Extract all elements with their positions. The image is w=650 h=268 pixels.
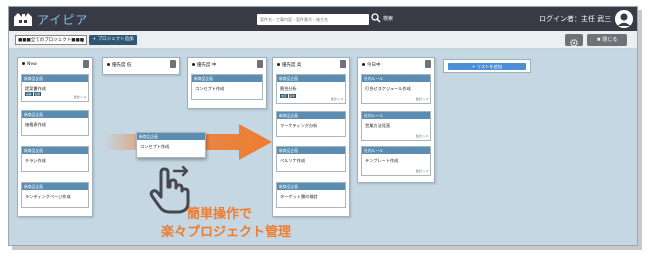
list-column-high: 優先度 高 新商品企画 競合分析 未定 鈴木 集計 ▷ 0 新商品企画 マーケティ… xyxy=(272,57,350,217)
settings-button[interactable] xyxy=(565,34,583,47)
login-user-label: ログイン者：主任 武三 xyxy=(539,15,612,23)
app-title: アイピア xyxy=(37,13,89,27)
card-meta: 集計 ▷ 0 xyxy=(330,97,343,101)
card-title: テンプレート作成 xyxy=(365,158,399,163)
card-title: チラシ作成 xyxy=(25,158,46,163)
card-category: 新商品企画 xyxy=(22,183,88,190)
column-menu-button[interactable] xyxy=(170,60,176,68)
task-card[interactable]: 社内ルール 営業方法見直 集計 ▷ 0 xyxy=(361,111,431,141)
search-button-label[interactable]: 検索 xyxy=(383,15,393,22)
column-title: New xyxy=(22,62,37,67)
card-category: 新商品企画 xyxy=(137,133,205,140)
add-list-button[interactable]: + リストを追加 xyxy=(448,63,526,70)
card-category: 新商品企画 xyxy=(22,147,88,154)
dragged-task-card[interactable]: 新商品企画 コンセプト作成 xyxy=(136,132,206,158)
toolbar: ■■■全てのプロジェクト■■■ ▼ + プロジェクト追加 ✖ 閉じる xyxy=(9,31,637,49)
card-meta: 集計 ▷ 0 xyxy=(415,169,428,173)
card-meta: 集計 ▷ 0 xyxy=(415,97,428,101)
close-button[interactable]: ✖ 閉じる xyxy=(587,34,627,46)
column-title: 優先度 中 xyxy=(192,62,216,68)
promo-headline: 簡単操作で xyxy=(187,207,253,222)
promo-subheadline: 楽々プロジェクト管理 xyxy=(161,225,292,240)
card-title: コンセプト作成 xyxy=(140,144,170,149)
tag: 佐藤 xyxy=(33,92,42,96)
task-card[interactable]: 新商品企画 競合分析 未定 鈴木 集計 ▷ 0 xyxy=(276,74,346,104)
project-select[interactable]: ■■■全てのプロジェクト■■■ ▼ xyxy=(15,35,87,45)
card-category: 新商品企画 xyxy=(277,75,345,82)
card-title: コンセプト作成 xyxy=(195,86,225,91)
tag: 未定 xyxy=(280,94,288,98)
list-column-today: 今日中 社内ルール 打合せスケジュール作成 集計 ▷ 0 社内ルール 営業方法見… xyxy=(357,57,435,183)
card-category: 新商品企画 xyxy=(192,75,262,82)
card-title: マーケティング分析 xyxy=(280,123,318,128)
card-title: 打合せスケジュール作成 xyxy=(365,86,411,91)
card-category: 社内ルール xyxy=(362,147,430,154)
task-card[interactable]: 新商品企画 チラシ作成 xyxy=(21,146,89,172)
card-title: 価格表作成 xyxy=(25,122,46,127)
card-title: ランディングページ作成 xyxy=(25,194,71,199)
column-title: 優先度 低 xyxy=(107,62,131,68)
card-title: ペルソナ作成 xyxy=(280,158,306,163)
card-category: 社内ルール xyxy=(362,75,430,82)
card-meta: 集計 ▷ 0 xyxy=(415,134,428,138)
list-column-medium: 優先度 中 新商品企画 コンセプト作成 xyxy=(187,57,267,109)
card-category: 新商品企画 xyxy=(277,183,345,190)
chevron-down-icon: ▼ xyxy=(80,38,84,43)
task-card[interactable]: 新商品企画 コンセプト作成 xyxy=(191,74,263,100)
project-select-value: ■■■全てのプロジェクト■■■ xyxy=(18,38,85,43)
search-icon[interactable] xyxy=(371,13,381,23)
card-category: 新商品企画 xyxy=(277,112,345,119)
add-project-button[interactable]: + プロジェクト追加 xyxy=(89,35,137,45)
tag: 議事 xyxy=(25,92,33,96)
column-title: 優先度 高 xyxy=(277,62,301,68)
list-column-new: New 新商品企画 提案書作成 議事 佐藤 集計 ▷ 0 新商品企画 価格表作成 … xyxy=(17,57,93,217)
column-menu-button[interactable] xyxy=(257,60,263,68)
card-meta: 集計 ▷ 0 xyxy=(73,95,86,99)
card-category: 新商品企画 xyxy=(22,111,88,118)
app-window: アイピア 検索 ログイン者：主任 武三 ■■■全てのプロジェクト■■■ ▼ + … xyxy=(8,6,638,246)
card-category: 社内ルール xyxy=(362,112,430,119)
list-column-low: 優先度 低 xyxy=(102,57,180,75)
add-list-panel: + リストを追加 xyxy=(443,59,531,73)
column-menu-button[interactable] xyxy=(425,60,431,68)
logo-icon xyxy=(14,13,32,26)
avatar[interactable] xyxy=(615,10,633,28)
column-menu-button[interactable] xyxy=(340,60,346,68)
column-title: 今日中 xyxy=(362,62,381,68)
top-bar: アイピア 検索 ログイン者：主任 武三 xyxy=(9,7,637,31)
task-card[interactable]: 新商品企画 マーケティング分析 xyxy=(276,111,346,137)
tag: 鈴木 xyxy=(288,94,297,98)
column-menu-button[interactable] xyxy=(83,60,89,68)
search-input[interactable] xyxy=(257,14,369,25)
task-card[interactable]: 新商品企画 ターゲット層の検討 xyxy=(276,182,346,208)
task-card[interactable]: 新商品企画 価格表作成 xyxy=(21,110,89,136)
user-icon xyxy=(615,10,633,28)
task-card[interactable]: 新商品企画 ランディングページ作成 xyxy=(21,182,89,208)
gear-icon xyxy=(570,39,578,47)
task-card[interactable]: 社内ルール 打合せスケジュール作成 集計 ▷ 0 xyxy=(361,74,431,104)
card-title: 営業方法見直 xyxy=(365,123,391,128)
task-card[interactable]: 新商品企画 ペルソナ作成 xyxy=(276,146,346,172)
task-card[interactable]: 新商品企画 提案書作成 議事 佐藤 集計 ▷ 0 xyxy=(21,74,89,102)
task-card[interactable]: 社内ルール テンプレート作成 集計 ▷ 0 xyxy=(361,146,431,176)
card-category: 新商品企画 xyxy=(277,147,345,154)
card-title: ターゲット層の検討 xyxy=(280,194,318,199)
